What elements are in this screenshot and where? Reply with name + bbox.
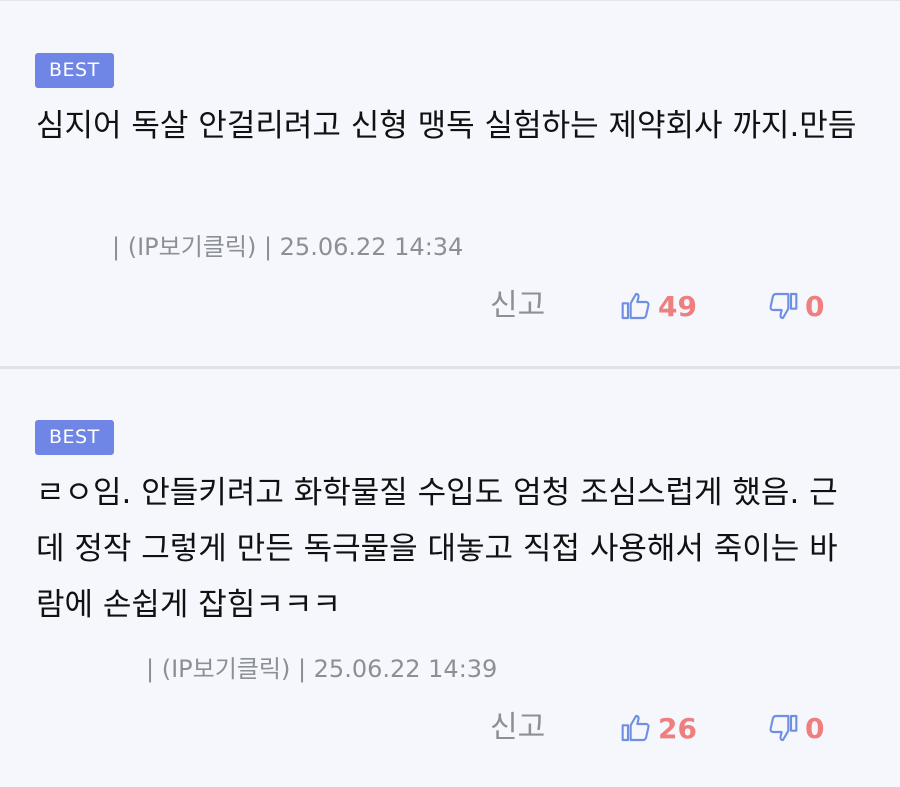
- report-button[interactable]: 신고: [490, 284, 545, 328]
- comment-meta[interactable]: | (IP보기클릭) | 25.06.22 14:34: [112, 227, 463, 262]
- best-badge: BEST: [35, 420, 114, 455]
- comment-actions: 신고 26 0: [0, 706, 900, 750]
- comment-actions: 신고 49 0: [0, 284, 900, 328]
- thumbs-down-icon: [767, 712, 799, 744]
- dislike-count: 0: [805, 711, 825, 745]
- comment-item: BEST 심지어 독살 안걸리려고 신형 맹독 실험하는 제약회사 까지.만듬 …: [0, 0, 900, 366]
- dislike-count: 0: [805, 289, 825, 323]
- thumbs-up-icon: [620, 290, 652, 322]
- comment-text: ㄹㅇ임. 안들키려고 화학물질 수입도 엄청 조심스럽게 했음. 근데 정작 그…: [36, 475, 838, 623]
- dislike-button[interactable]: 0: [767, 284, 824, 328]
- like-button[interactable]: 26: [620, 706, 697, 750]
- like-button[interactable]: 49: [620, 284, 697, 328]
- comment-text: 심지어 독살 안걸리려고 신형 맹독 실험하는 제약회사 까지.만듬: [36, 108, 857, 144]
- thumbs-up-icon: [620, 712, 652, 744]
- comment-item: BEST ㄹㅇ임. 안들키려고 화학물질 수입도 엄청 조심스럽게 했음. 근데…: [0, 369, 900, 787]
- like-count: 49: [658, 289, 697, 323]
- report-button[interactable]: 신고: [490, 706, 545, 750]
- best-badge: BEST: [35, 53, 114, 88]
- dislike-button[interactable]: 0: [767, 706, 824, 750]
- comment-meta[interactable]: | (IP보기클릭) | 25.06.22 14:39: [146, 649, 497, 684]
- thumbs-down-icon: [767, 290, 799, 322]
- like-count: 26: [658, 711, 697, 745]
